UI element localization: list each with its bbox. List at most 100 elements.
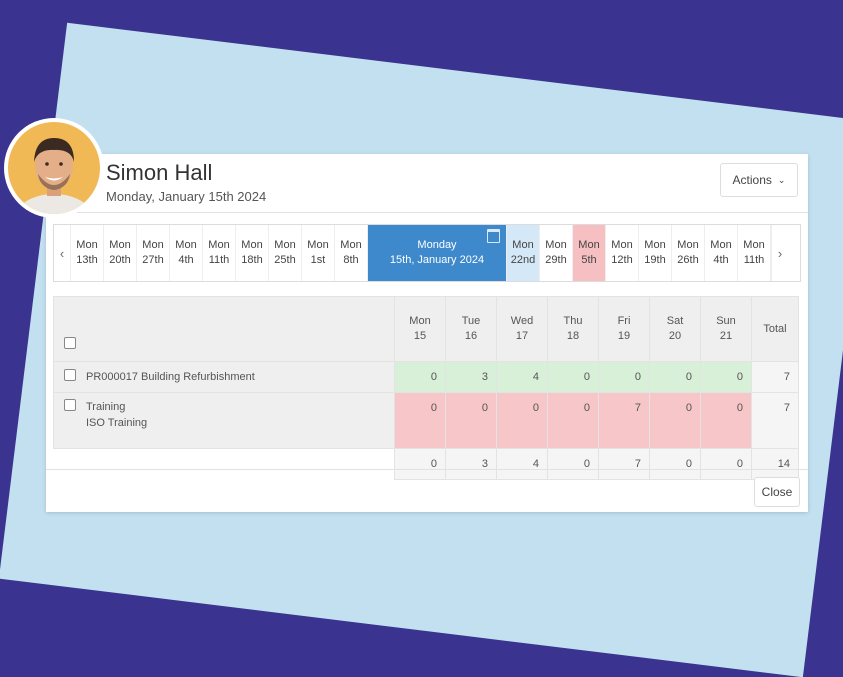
day-name: Sun [716,315,736,327]
day-column-header: Thu 18 [547,296,599,362]
week-item[interactable]: Mon 19th [639,225,672,281]
week-date-label: 4th [713,254,729,266]
hours-cell[interactable]: 0 [547,361,599,393]
week-item[interactable]: Mon 18th [236,225,269,281]
week-item[interactable]: Mon 29th [540,225,573,281]
day-name: Thu [563,315,583,327]
week-day-label: Mon [307,239,329,251]
week-item[interactable]: Mon 26th [672,225,705,281]
day-column-header: Tue 16 [445,296,497,362]
week-item[interactable]: Mon 4th [705,225,738,281]
week-item[interactable]: Mon 27th [137,225,170,281]
week-date-label: 1st [310,254,326,266]
week-day-label: Mon [743,239,765,251]
day-total-cell: 0 [394,448,446,480]
avatar-photo [8,122,100,214]
day-total-cell: 0 [700,448,752,480]
close-button[interactable]: Close [754,477,800,507]
day-number: 19 [617,330,631,342]
hours-cell[interactable]: 0 [547,392,599,449]
hours-cell[interactable]: 0 [445,392,497,449]
previous-weeks-arrow-icon[interactable]: ‹ [54,225,71,281]
day-column-header: Wed 17 [496,296,548,362]
hours-cell[interactable]: 0 [394,392,446,449]
task-cell: PR000017 Building Refurbishment [53,361,395,393]
week-item[interactable]: Mon 8th [335,225,368,281]
week-item[interactable]: Mon 5th [573,225,606,281]
modal-header: Simon Hall Monday, January 15th 2024 Act… [46,154,808,213]
task-line2: ISO Training [86,417,148,429]
hours-cell[interactable]: 4 [496,361,548,393]
week-item[interactable]: Mon 11th [738,225,771,281]
day-column-header: Sun 21 [700,296,752,362]
day-total-cell: 3 [445,448,497,480]
week-date-label: 29th [545,254,567,266]
week-date-label: 11th [743,254,765,266]
actions-label: Actions [732,173,772,187]
avatar [4,118,104,218]
select-all-checkbox[interactable] [64,337,76,350]
day-total-cell: 0 [649,448,701,480]
row-checkbox[interactable] [64,399,76,412]
hours-cell[interactable]: 0 [496,392,548,449]
week-day-label: Monday [417,239,457,251]
day-name: Mon [409,315,431,327]
week-day-label: Mon [274,239,296,251]
hours-cell[interactable]: 0 [649,392,701,449]
timesheet-modal: Simon Hall Monday, January 15th 2024 Act… [46,154,808,512]
week-item[interactable]: Mon 22nd [507,225,540,281]
hours-cell[interactable]: 3 [445,361,497,393]
week-item[interactable]: Mon 20th [104,225,137,281]
week-item[interactable]: Mon 4th [170,225,203,281]
week-day-label: Mon [142,239,164,251]
week-item[interactable]: Mon 12th [606,225,639,281]
hours-cell[interactable]: 0 [649,361,701,393]
select-all-cell [53,296,395,362]
hours-cell[interactable]: 0 [700,361,752,393]
week-date-label: 15th, January 2024 [389,254,485,266]
week-date-label: 5th [581,254,597,266]
week-date-label: 8th [343,254,359,266]
week-day-label: Mon [644,239,666,251]
day-total-cell: 0 [547,448,599,480]
week-day-label: Mon [611,239,633,251]
hours-cell[interactable]: 0 [394,361,446,393]
day-number: 17 [515,330,529,342]
totals-label-cell [53,448,395,480]
row-checkbox[interactable] [64,369,76,382]
day-name: Tue [461,315,481,327]
day-number: 16 [464,330,478,342]
calendar-icon[interactable] [487,229,500,243]
week-date-label: 27th [142,254,164,266]
hours-cell[interactable]: 0 [700,392,752,449]
week-selected[interactable]: Monday 15th, January 2024 [368,225,507,281]
table-row: Training ISO Training 0 0 0 0 7 0 0 7 [53,392,799,449]
week-item[interactable]: Mon 13th [71,225,104,281]
chevron-down-icon: ⌄ [777,174,786,185]
week-day-label: Mon [208,239,230,251]
week-item[interactable]: Mon 1st [302,225,335,281]
week-day-label: Mon [76,239,98,251]
task-name: Training ISO Training [86,399,147,431]
row-total-cell: 7 [751,361,799,393]
day-number: 18 [566,330,580,342]
week-date-label: 4th [178,254,194,266]
day-column-header: Mon 15 [394,296,446,362]
hours-cell[interactable]: 7 [598,392,650,449]
week-day-label: Mon [710,239,732,251]
week-date-label: 12th [611,254,633,266]
actions-button[interactable]: Actions ⌄ [720,163,798,197]
week-day-label: Mon [175,239,197,251]
day-number: 15 [413,330,427,342]
week-day-label: Mon [340,239,362,251]
week-date-label: 18th [241,254,263,266]
week-date-label: 25th [274,254,296,266]
week-item[interactable]: Mon 11th [203,225,236,281]
week-day-label: Mon [241,239,263,251]
day-column-header: Fri 19 [598,296,650,362]
next-weeks-arrow-icon[interactable]: › [771,225,788,281]
hours-cell[interactable]: 0 [598,361,650,393]
week-item[interactable]: Mon 25th [269,225,302,281]
week-day-label: Mon [109,239,131,251]
week-day-label: Mon [578,239,600,251]
